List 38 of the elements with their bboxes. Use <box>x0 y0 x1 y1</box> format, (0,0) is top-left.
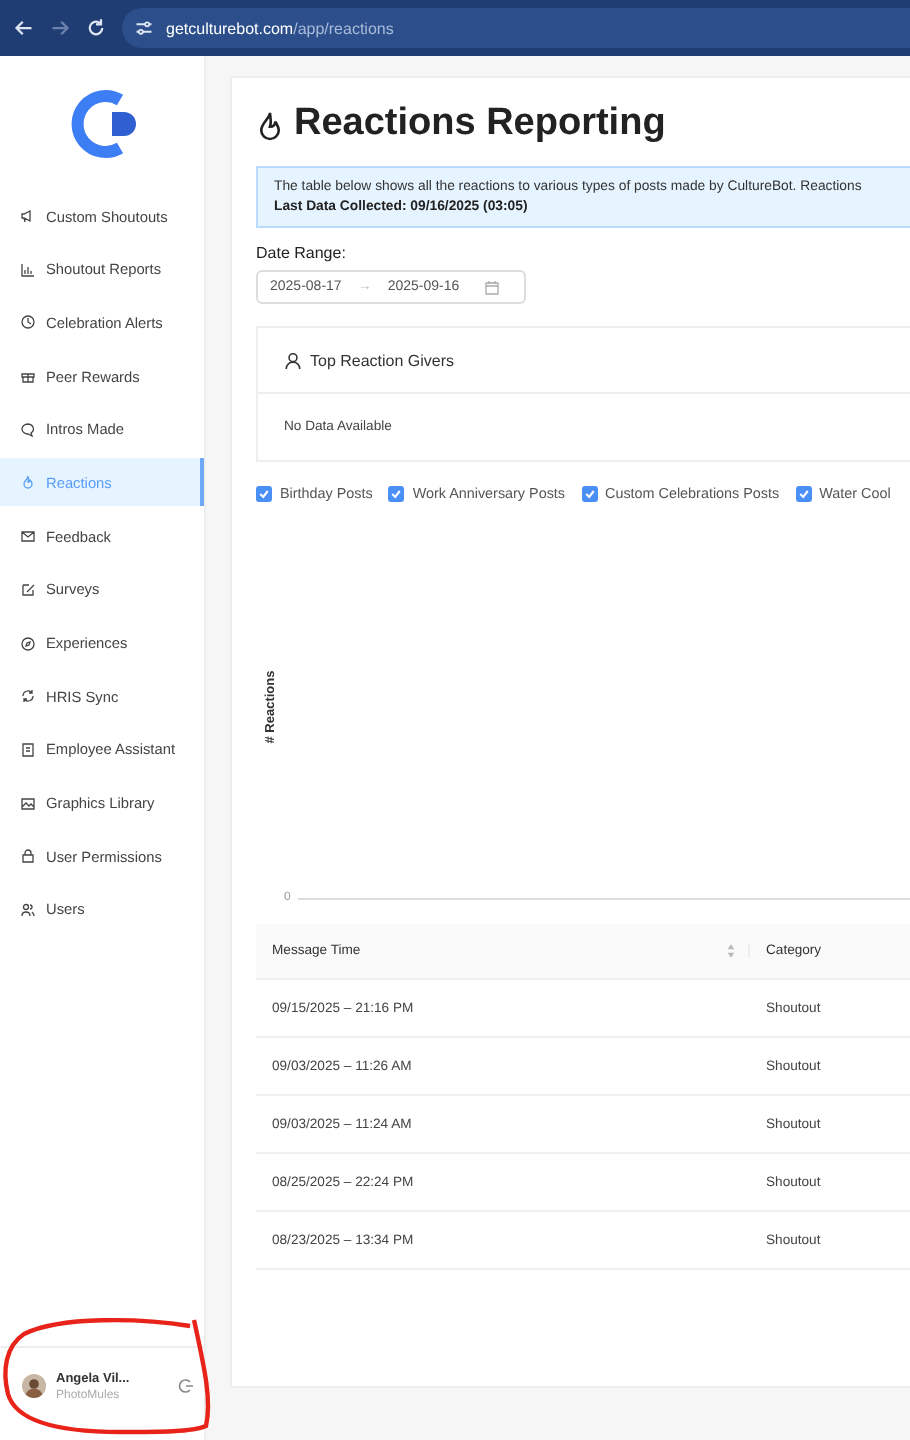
megaphone-icon <box>20 208 36 224</box>
image-icon <box>20 795 36 812</box>
forward-icon[interactable] <box>50 18 70 38</box>
url-text: getculturebot.com/app/reactions <box>166 19 394 37</box>
date-range-label: Date Range: <box>256 244 348 262</box>
edit-icon <box>20 581 36 598</box>
back-icon[interactable] <box>14 18 34 38</box>
bar-chart-icon <box>20 261 36 278</box>
users-icon <box>20 901 36 918</box>
compass-icon <box>20 635 36 651</box>
gift-icon <box>20 368 36 385</box>
checkmark-icon <box>258 487 270 499</box>
document-icon <box>20 741 36 758</box>
sync-icon <box>20 688 36 705</box>
site-settings-icon[interactable] <box>134 18 154 38</box>
checkbox[interactable] <box>388 485 405 501</box>
person-icon <box>284 351 302 369</box>
address-bar[interactable]: getculturebot.com/app/reactions <box>122 8 910 48</box>
logout-icon[interactable] <box>178 1378 194 1394</box>
checkmark-icon <box>390 487 403 499</box>
checkbox[interactable] <box>581 485 598 501</box>
sort-icon[interactable] <box>726 944 736 958</box>
reload-icon[interactable] <box>86 18 106 38</box>
checkbox[interactable] <box>795 485 812 501</box>
flame-icon <box>256 107 284 141</box>
page-title: Reactions Reporting <box>294 102 666 146</box>
checkmark-icon <box>583 487 596 499</box>
clock-icon <box>20 314 36 331</box>
checkmark-icon <box>797 487 810 499</box>
chat-icon <box>20 421 36 438</box>
calendar-icon <box>483 279 500 295</box>
envelope-icon <box>20 528 36 545</box>
panel-title: Top Reaction Givers <box>310 351 455 369</box>
avatar-icon <box>22 1374 46 1398</box>
lock-icon <box>20 848 36 865</box>
flame-icon <box>20 474 36 491</box>
logo-icon <box>68 84 140 164</box>
checkbox[interactable] <box>256 485 272 501</box>
